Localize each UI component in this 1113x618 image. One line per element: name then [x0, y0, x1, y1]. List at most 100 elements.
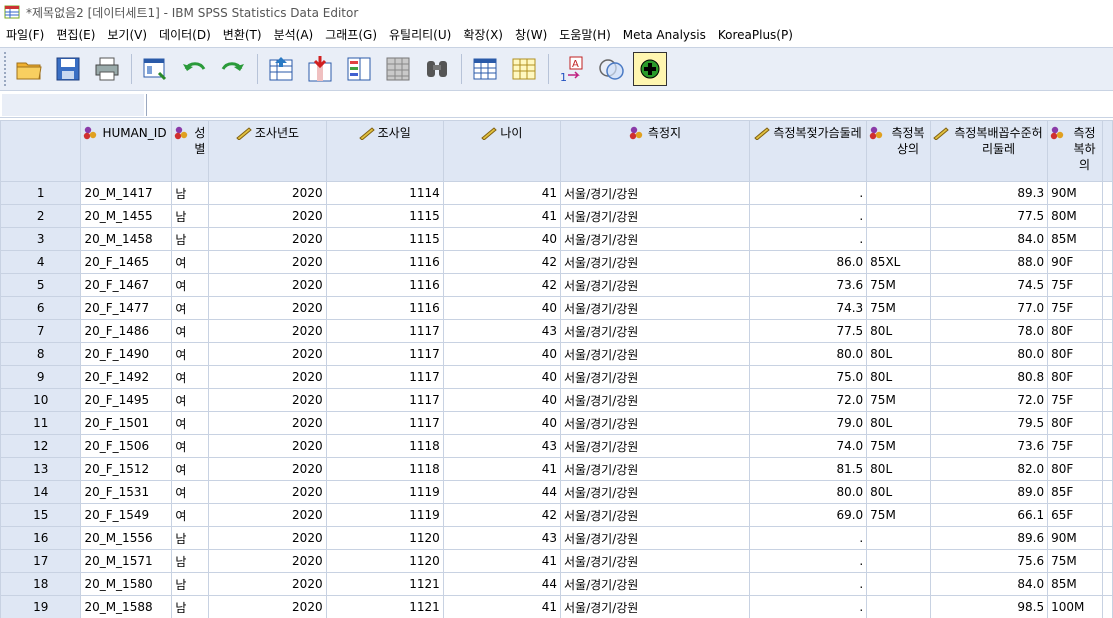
data-cell[interactable]: 75M — [866, 388, 931, 412]
split-file-icon[interactable] — [468, 52, 502, 86]
table-row[interactable]: 18 20_M_1580 남 2020 1121 44 서울/경기/강원. 84.0 85M — [0, 572, 1113, 596]
data-cell[interactable]: 1121 — [325, 595, 444, 618]
data-cell[interactable]: 77.5 — [929, 204, 1049, 228]
row-number[interactable]: 15 — [0, 503, 82, 527]
data-cell[interactable]: 서울/경기/강원 — [560, 273, 750, 297]
data-cell[interactable]: 69.0 — [748, 503, 868, 527]
data-cell[interactable]: 서울/경기/강원 — [560, 434, 750, 458]
toolbar-grip[interactable] — [4, 52, 8, 86]
data-cell[interactable]: . — [748, 181, 868, 205]
row-number[interactable]: 16 — [0, 526, 82, 550]
data-cell[interactable]: 여 — [171, 342, 210, 366]
data-cell[interactable]: 42 — [442, 250, 562, 274]
row-number[interactable]: 1 — [0, 181, 82, 205]
table-row[interactable]: 2 20_M_1455 남 2020 1115 41 서울/경기/강원. 77.5 80M — [0, 204, 1113, 228]
table-row[interactable]: 8 20_F_1490 여 2020 1117 40 서울/경기/강원 80.0 80L 80.0… — [0, 342, 1113, 366]
data-cell[interactable]: 43 — [442, 319, 562, 343]
empty-cell[interactable] — [1101, 526, 1113, 550]
data-cell[interactable]: 80.0 — [748, 480, 868, 504]
data-cell[interactable]: 80F — [1047, 457, 1103, 481]
data-cell[interactable]: 100M — [1047, 595, 1103, 618]
data-cell[interactable]: 43 — [442, 434, 562, 458]
table-row[interactable]: 4 20_F_1465 여 2020 1116 42 서울/경기/강원 86.0 85XL 88.… — [0, 250, 1113, 274]
data-cell[interactable]: 43 — [442, 526, 562, 550]
table-row[interactable]: 13 20_F_1512 여 2020 1118 41 서울/경기/강원 81.5 80L 82.… — [0, 457, 1113, 481]
data-cell[interactable]: 남 — [171, 572, 210, 596]
data-cell[interactable]: 20_F_1492 — [80, 365, 173, 389]
data-cell[interactable]: 80F — [1047, 411, 1103, 435]
data-cell[interactable]: 80F — [1047, 319, 1103, 343]
column-header[interactable]: 측정복상의 — [866, 120, 931, 182]
data-cell[interactable]: 90M — [1047, 181, 1103, 205]
column-header[interactable]: 측정복배꼽수준허리둘레 — [929, 120, 1049, 182]
data-cell[interactable]: 2020 — [208, 411, 327, 435]
data-cell[interactable]: 서울/경기/강원 — [560, 480, 750, 504]
data-cell[interactable]: 41 — [442, 595, 562, 618]
cell-name-box[interactable] — [2, 94, 144, 116]
data-cell[interactable]: 여 — [171, 434, 210, 458]
data-cell[interactable]: 1117 — [325, 365, 444, 389]
data-cell[interactable]: 85XL — [866, 250, 931, 274]
data-cell[interactable]: 79.5 — [929, 411, 1049, 435]
data-cell[interactable]: 여 — [171, 365, 210, 389]
data-cell[interactable]: 73.6 — [929, 434, 1049, 458]
data-cell[interactable]: 1114 — [325, 181, 444, 205]
data-cell[interactable]: 2020 — [208, 296, 327, 320]
data-cell[interactable]: 1117 — [325, 319, 444, 343]
menu-file[interactable]: 파일(F) — [0, 24, 50, 46]
row-number[interactable]: 10 — [0, 388, 82, 412]
data-cell[interactable]: 2020 — [208, 250, 327, 274]
data-cell[interactable]: 79.0 — [748, 411, 868, 435]
data-cell[interactable]: 20_M_1556 — [80, 526, 173, 550]
data-cell[interactable]: 1119 — [325, 503, 444, 527]
data-cell[interactable]: 20_M_1571 — [80, 549, 173, 573]
data-cell[interactable]: 2020 — [208, 549, 327, 573]
column-header[interactable]: 측정복하의 — [1047, 120, 1103, 182]
dialog-recall-icon[interactable] — [138, 52, 172, 86]
data-cell[interactable]: 20_M_1458 — [80, 227, 173, 251]
empty-cell[interactable] — [1101, 434, 1113, 458]
data-cell[interactable]: 2020 — [208, 572, 327, 596]
data-cell[interactable]: 남 — [171, 549, 210, 573]
data-cell[interactable]: 서울/경기/강원 — [560, 227, 750, 251]
data-cell[interactable]: 서울/경기/강원 — [560, 365, 750, 389]
data-cell[interactable]: 2020 — [208, 526, 327, 550]
row-number[interactable]: 12 — [0, 434, 82, 458]
data-cell[interactable]: 20_F_1495 — [80, 388, 173, 412]
row-number[interactable]: 6 — [0, 296, 82, 320]
table-row[interactable]: 17 20_M_1571 남 2020 1120 41 서울/경기/강원. 75.6 75M — [0, 549, 1113, 573]
data-cell[interactable]: 80L — [866, 457, 931, 481]
data-cell[interactable]: 77.0 — [929, 296, 1049, 320]
data-cell[interactable]: 여 — [171, 503, 210, 527]
data-cell[interactable]: 75.6 — [929, 549, 1049, 573]
data-cell[interactable]: 80.0 — [929, 342, 1049, 366]
data-cell[interactable] — [866, 227, 931, 251]
data-cell[interactable]: 20_F_1531 — [80, 480, 173, 504]
use-sets-icon[interactable] — [594, 52, 628, 86]
empty-cell[interactable] — [1101, 227, 1113, 251]
data-cell[interactable]: 80L — [866, 319, 931, 343]
data-cell[interactable]: 1116 — [325, 273, 444, 297]
data-cell[interactable]: 75F — [1047, 388, 1103, 412]
empty-cell[interactable] — [1101, 204, 1113, 228]
data-cell[interactable]: 75M — [866, 273, 931, 297]
data-cell[interactable]: 2020 — [208, 342, 327, 366]
empty-cell[interactable] — [1101, 457, 1113, 481]
data-cell[interactable]: 여 — [171, 457, 210, 481]
column-header[interactable]: 조사년도 — [208, 120, 327, 182]
data-cell[interactable]: 1117 — [325, 342, 444, 366]
data-cell[interactable]: 80M — [1047, 204, 1103, 228]
data-cell[interactable]: 78.0 — [929, 319, 1049, 343]
table-row[interactable]: 1 20_M_1417 남 2020 1114 41 서울/경기/강원. 89.3 90M — [0, 181, 1113, 205]
data-cell[interactable]: 20_F_1467 — [80, 273, 173, 297]
data-cell[interactable]: 남 — [171, 526, 210, 550]
data-cell[interactable]: 여 — [171, 319, 210, 343]
data-cell[interactable]: 85M — [1047, 572, 1103, 596]
empty-cell[interactable] — [1101, 365, 1113, 389]
data-cell[interactable]: . — [748, 549, 868, 573]
data-cell[interactable]: 2020 — [208, 319, 327, 343]
data-cell[interactable] — [866, 572, 931, 596]
table-row[interactable]: 10 20_F_1495 여 2020 1117 40 서울/경기/강원 72.0 75M 72.… — [0, 388, 1113, 412]
data-cell[interactable]: 80.8 — [929, 365, 1049, 389]
data-cell[interactable]: 20_F_1506 — [80, 434, 173, 458]
